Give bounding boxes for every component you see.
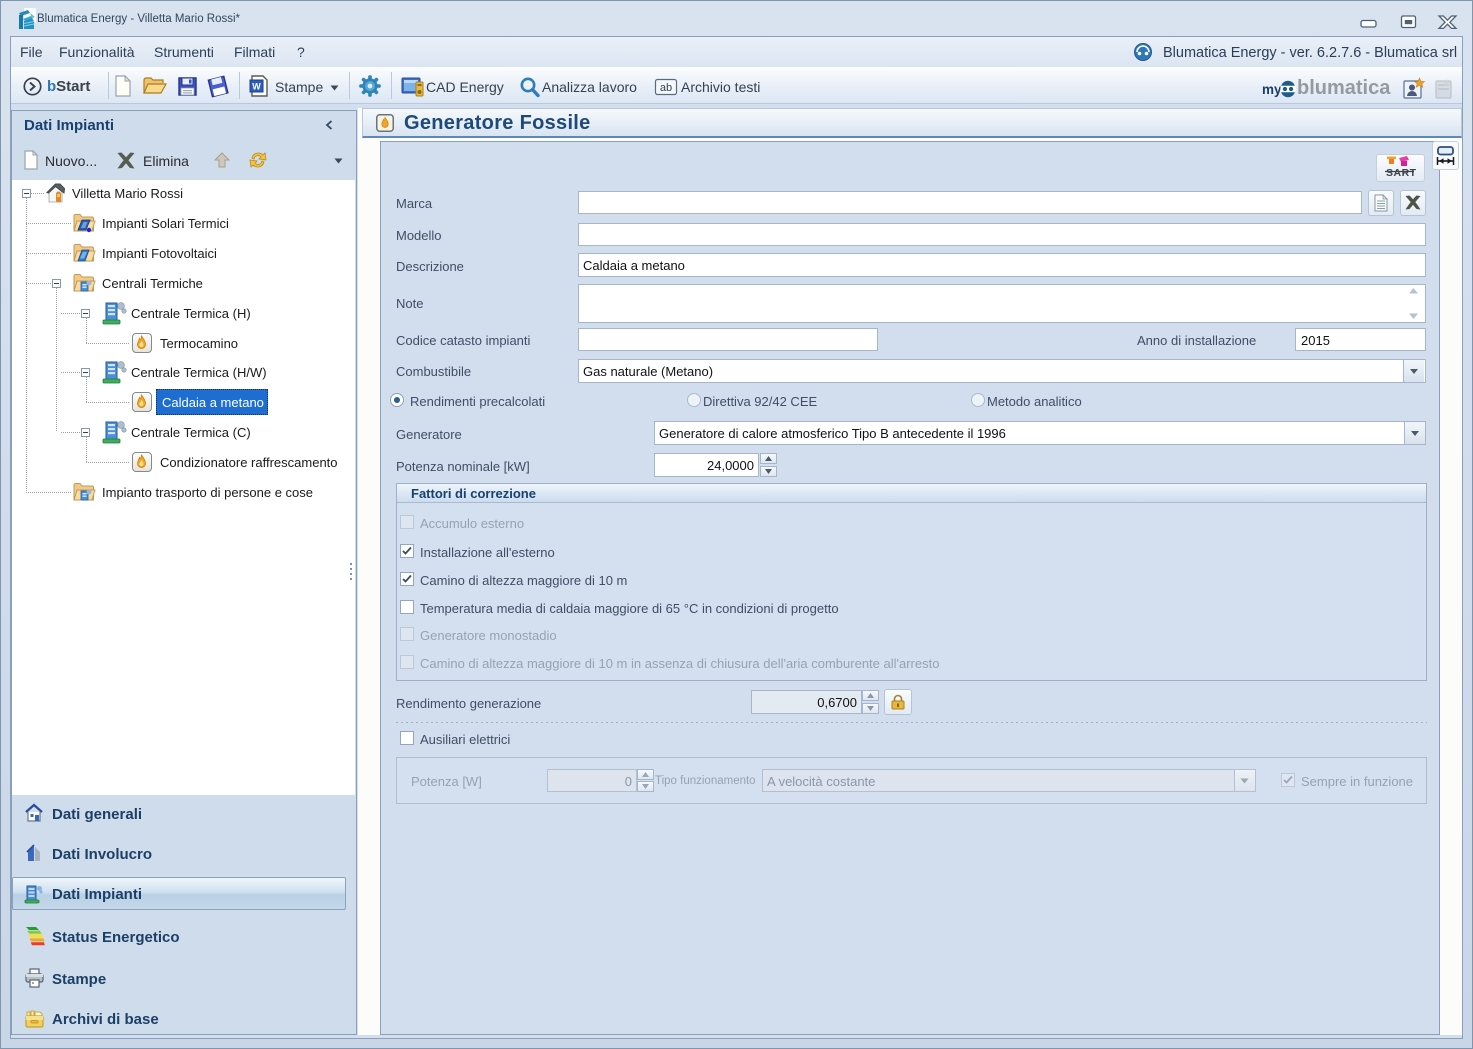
- svg-text:ab: ab: [660, 82, 672, 94]
- svg-text:SART: SART: [1386, 167, 1417, 179]
- svg-text:W: W: [252, 82, 261, 92]
